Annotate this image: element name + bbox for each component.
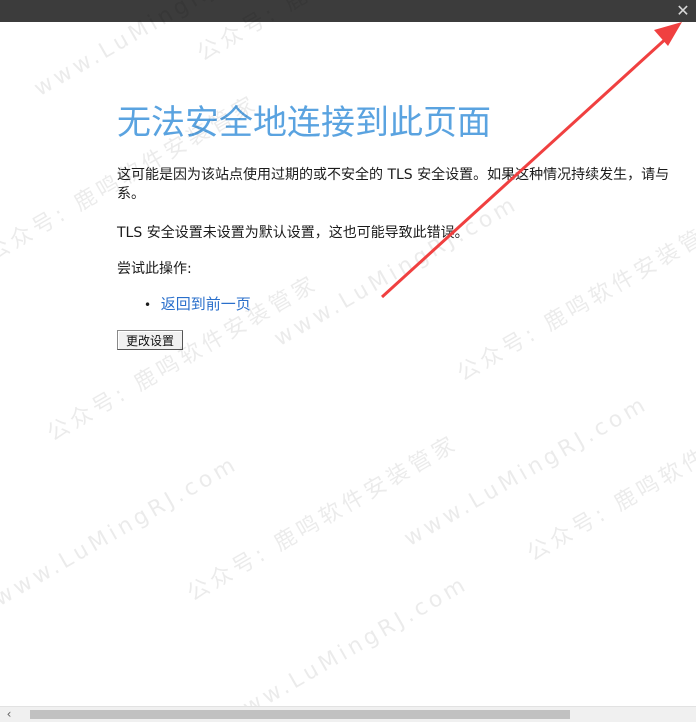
go-back-link[interactable]: 返回到前一页 <box>161 295 251 313</box>
watermark-site: www.LuMingRJ.com <box>220 571 473 722</box>
watermark-account: 公众号: 鹿鸣软件安装管家 <box>183 430 463 607</box>
error-description-line-1: 这可能是因为该站点使用过期的或不安全的 TLS 安全设置。如果这种情况持续发生，… <box>117 167 670 183</box>
tls-note: TLS 安全设置未设置为默认设置，这也可能导致此错误。 <box>117 225 469 241</box>
page-title: 无法安全地连接到此页面 <box>117 103 491 143</box>
browser-window: ✕ 无法安全地连接到此页面 这可能是因为该站点使用过期的或不安全的 TLS 安全… <box>0 0 696 722</box>
try-label: 尝试此操作: <box>117 261 192 277</box>
list-item: • 返回到前一页 <box>144 294 696 315</box>
scroll-left-icon[interactable]: ‹ <box>3 707 15 722</box>
action-list: • 返回到前一页 <box>117 294 696 315</box>
error-page-content: 无法安全地连接到此页面 这可能是因为该站点使用过期的或不安全的 TLS 安全设置… <box>117 100 696 350</box>
error-description-line-2: 系。 <box>117 186 145 202</box>
title-bar: ✕ <box>0 0 696 22</box>
error-description: 这可能是因为该站点使用过期的或不安全的 TLS 安全设置。如果这种情况持续发生，… <box>117 166 696 204</box>
watermark-site: www.LuMingRJ.com <box>400 391 653 552</box>
bullet-icon: • <box>144 298 152 312</box>
watermark-site: www.LuMingRJ.com <box>0 451 243 612</box>
change-settings-button[interactable]: 更改设置 <box>117 330 184 350</box>
scrollbar-thumb[interactable] <box>30 710 570 719</box>
watermark-account: 公众号: 鹿鸣软件安装管家 <box>523 390 696 567</box>
horizontal-scrollbar[interactable]: ‹ <box>0 706 696 722</box>
close-icon[interactable]: ✕ <box>670 0 696 22</box>
